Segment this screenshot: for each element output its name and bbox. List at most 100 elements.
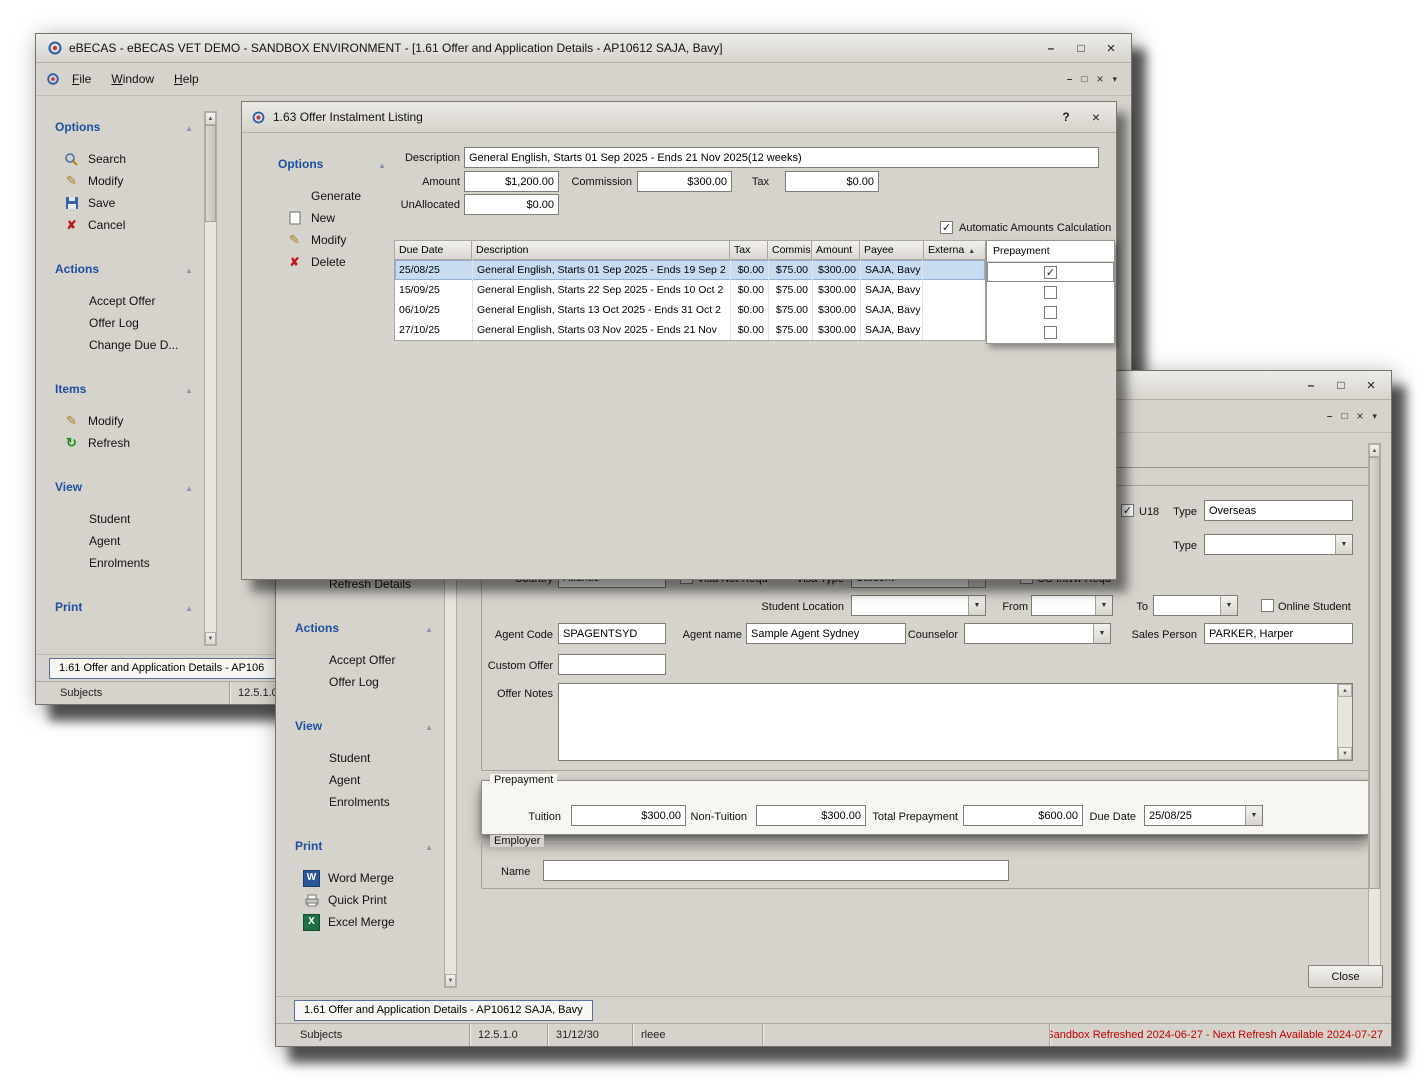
to-select[interactable] [1153,595,1238,616]
mdi-close-icon[interactable] [1356,409,1363,423]
column-due-date[interactable]: Due Date [394,240,472,260]
column-commission[interactable]: Commissi [768,240,812,260]
section-header-actions[interactable]: Actions [49,258,201,280]
scroll-thumb[interactable] [205,125,216,222]
sidebar-item-save[interactable]: Save [49,192,201,214]
mdi-menu-icon[interactable] [1112,74,1117,85]
close-button[interactable] [1084,108,1108,126]
menu-file[interactable]: File [63,67,100,91]
dialog-item-delete[interactable]: Delete [272,251,394,273]
column-tax[interactable]: Tax [730,240,768,260]
section-header-options[interactable]: Options [272,153,394,175]
close-button[interactable] [1097,39,1125,58]
offer-notes-textarea[interactable] [558,683,1353,761]
sidebar-item-quick-print[interactable]: Quick Print [289,889,441,911]
mdi-restore-icon[interactable] [1341,411,1347,422]
sidebar-item-offer-log[interactable]: Offer Log [289,671,441,693]
chevron-down-icon[interactable] [1220,596,1237,615]
notes-scrollbar[interactable] [1337,684,1352,760]
type-field[interactable]: Overseas [1204,500,1353,521]
sidebar-item-agent[interactable]: Agent [49,530,201,552]
dialog-titlebar[interactable]: 1.63 Offer Instalment Listing [242,102,1116,133]
scroll-down-icon[interactable] [445,974,456,987]
close-button[interactable]: Close [1308,965,1383,988]
agent-code-field[interactable]: SPAGENTSYD [558,623,666,644]
custom-offer-field[interactable] [558,654,666,675]
section-header-options[interactable]: Options [49,116,201,138]
instalment-row[interactable]: 15/09/25 General English, Starts 22 Sep … [395,280,985,300]
description-field[interactable]: General English, Starts 01 Sep 2025 - En… [464,147,1099,168]
scroll-thumb[interactable] [1369,457,1380,889]
menu-help[interactable]: Help [165,67,208,91]
mdi-minimize-icon[interactable] [1327,411,1333,422]
dialog-item-new[interactable]: New [272,207,394,229]
scroll-down-icon[interactable] [1338,747,1352,760]
non-tuition-field[interactable]: $300.00 [756,805,866,826]
sidebar-item-change-due-date[interactable]: Change Due D... [49,334,201,356]
column-amount[interactable]: Amount [812,240,860,260]
section-header-print[interactable]: Print [289,835,441,857]
tax-field[interactable]: $0.00 [785,171,879,192]
mdi-restore-icon[interactable] [1081,74,1087,85]
offer-type-select[interactable] [1204,534,1353,555]
prepayment-checkbox[interactable] [1044,306,1057,319]
column-external[interactable]: Externa [924,240,986,260]
content-scrollbar[interactable] [1368,443,1381,988]
prepayment-checkbox[interactable] [1044,266,1057,279]
maximize-button[interactable] [1327,376,1355,395]
sidebar-item-agent[interactable]: Agent [289,769,441,791]
u18-checkbox[interactable] [1121,504,1134,517]
scroll-up-icon[interactable] [205,112,216,125]
sidebar-item-modify-items[interactable]: Modify [49,410,201,432]
mdi-menu-icon[interactable] [1372,411,1377,422]
dialog-item-generate[interactable]: Generate [272,185,394,207]
back-titlebar[interactable]: eBECAS - eBECAS VET DEMO - SANDBOX ENVIR… [36,34,1131,63]
sidebar-item-cancel[interactable]: Cancel [49,214,201,236]
due-date-select[interactable]: 25/08/25 [1144,805,1263,826]
chevron-down-icon[interactable] [1245,806,1262,825]
sales-person-field[interactable]: PARKER, Harper [1204,623,1353,644]
instalment-row[interactable]: 25/08/25 General English, Starts 01 Sep … [395,260,985,280]
section-header-print[interactable]: Print [49,596,201,618]
amount-field[interactable]: $1,200.00 [464,171,559,192]
chevron-down-icon[interactable] [1095,596,1112,615]
agent-name-field[interactable]: Sample Agent Sydney [746,623,906,644]
sidebar-item-modify[interactable]: Modify [49,170,201,192]
sidebar-item-refresh[interactable]: Refresh [49,432,201,454]
minimize-button[interactable] [1297,376,1325,395]
document-tab[interactable]: 1.61 Offer and Application Details - AP1… [49,658,281,679]
menu-window[interactable]: Window [102,67,163,91]
student-location-select[interactable] [851,595,986,616]
commission-field[interactable]: $300.00 [637,171,732,192]
section-header-view[interactable]: View [289,715,441,737]
prepayment-checkbox[interactable] [1044,326,1057,339]
scroll-up-icon[interactable] [1338,684,1352,697]
column-prepayment[interactable]: Prepayment [987,241,1114,262]
from-select[interactable] [1031,595,1113,616]
tuition-field[interactable]: $300.00 [571,805,686,826]
section-header-actions[interactable]: Actions [289,617,441,639]
sidebar-item-accept-offer[interactable]: Accept Offer [289,649,441,671]
prepayment-checkbox[interactable] [1044,286,1057,299]
column-payee[interactable]: Payee [860,240,924,260]
instalment-row[interactable]: 06/10/25 General English, Starts 13 Oct … [395,300,985,320]
mdi-close-icon[interactable] [1096,72,1103,86]
counselor-select[interactable] [964,623,1111,644]
sidebar-item-enrolments[interactable]: Enrolments [49,552,201,574]
dialog-item-modify[interactable]: Modify [272,229,394,251]
sidebar-item-enrolments[interactable]: Enrolments [289,791,441,813]
section-header-items[interactable]: Items [49,378,201,400]
minimize-button[interactable] [1037,39,1065,58]
sidebar-item-search[interactable]: Search [49,148,201,170]
total-prepayment-field[interactable]: $600.00 [963,805,1083,826]
unallocated-field[interactable]: $0.00 [464,194,559,215]
scroll-down-icon[interactable] [205,632,216,645]
sidebar-item-student[interactable]: Student [49,508,201,530]
chevron-down-icon[interactable] [968,596,985,615]
sidebar-item-offer-log[interactable]: Offer Log [49,312,201,334]
online-student-checkbox[interactable] [1261,599,1274,612]
sidebar-item-student[interactable]: Student [289,747,441,769]
chevron-down-icon[interactable] [1093,624,1110,643]
close-button[interactable] [1357,376,1385,395]
maximize-button[interactable] [1067,39,1095,58]
